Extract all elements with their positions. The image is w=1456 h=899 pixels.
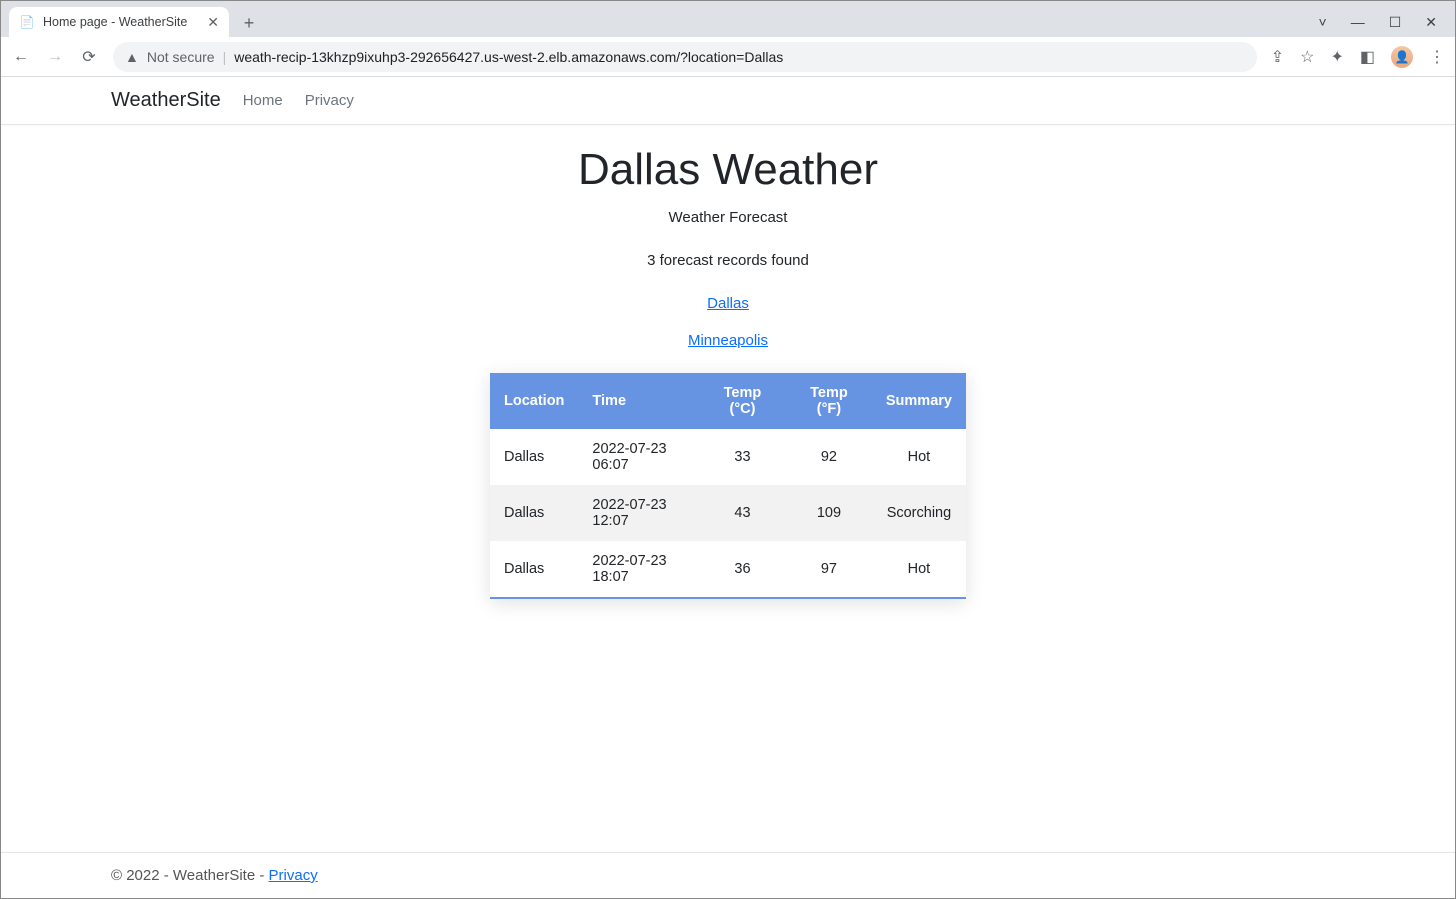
footer: © 2022 - WeatherSite - Privacy [1, 852, 1455, 898]
nav-home[interactable]: Home [243, 92, 283, 109]
records-found: 3 forecast records found [647, 252, 809, 269]
browser-tab[interactable]: 📄 Home page - WeatherSite ✕ [9, 7, 229, 37]
footer-privacy-link[interactable]: Privacy [269, 867, 318, 884]
new-tab-button[interactable]: + [235, 9, 263, 37]
footer-text: © 2022 - WeatherSite - [111, 867, 269, 884]
url-text: weath-recip-13khzp9ixuhp3-292656427.us-w… [234, 49, 1245, 65]
close-icon[interactable]: ✕ [207, 14, 219, 31]
browser-toolbar: ← → ⟳ ▲ Not secure | weath-recip-13khzp9… [1, 37, 1455, 77]
tab-title: Home page - WeatherSite [43, 15, 199, 29]
table-header-row: Location Time Temp (°C) Temp (°F) Summar… [490, 373, 966, 429]
browser-chrome: 📄 Home page - WeatherSite ✕ + ˅ — ☐ ✕ ← … [1, 1, 1455, 77]
forecast-table: Location Time Temp (°C) Temp (°F) Summar… [490, 373, 966, 599]
not-secure-label: Not secure [147, 49, 215, 65]
brand[interactable]: WeatherSite [111, 89, 221, 112]
reload-icon[interactable]: ⟳ [79, 47, 99, 67]
warning-icon: ▲ [125, 49, 139, 65]
side-panel-icon[interactable]: ◧ [1360, 47, 1375, 67]
close-window-icon[interactable]: ✕ [1425, 14, 1437, 31]
maximize-icon[interactable]: ☐ [1389, 14, 1402, 31]
page-subtitle: Weather Forecast [669, 209, 788, 226]
th-temp-f: Temp (°F) [786, 373, 872, 429]
star-icon[interactable]: ☆ [1300, 47, 1314, 67]
tab-strip: 📄 Home page - WeatherSite ✕ + ˅ — ☐ ✕ [1, 1, 1455, 37]
address-bar[interactable]: ▲ Not secure | weath-recip-13khzp9ixuhp3… [113, 42, 1257, 72]
minimize-icon[interactable]: — [1351, 14, 1365, 30]
table-row: Dallas 2022-07-23 18:07 36 97 Hot [490, 541, 966, 597]
favicon-icon: 📄 [19, 14, 35, 30]
location-link-minneapolis[interactable]: Minneapolis [688, 332, 768, 349]
share-icon[interactable]: ⇪ [1271, 47, 1284, 67]
th-summary: Summary [872, 373, 966, 429]
nav-privacy[interactable]: Privacy [305, 92, 354, 109]
menu-icon[interactable]: ⋮ [1429, 47, 1445, 67]
table-row: Dallas 2022-07-23 12:07 43 109 Scorching [490, 485, 966, 541]
page: WeatherSite Home Privacy Dallas Weather … [1, 77, 1455, 898]
page-title: Dallas Weather [578, 145, 878, 195]
content: Dallas Weather Weather Forecast 3 foreca… [1, 125, 1455, 852]
site-header: WeatherSite Home Privacy [1, 77, 1455, 125]
forward-icon[interactable]: → [45, 48, 65, 66]
th-time: Time [578, 373, 699, 429]
extensions-icon[interactable]: ✦ [1330, 47, 1343, 67]
toolbar-right: ⇪ ☆ ✦ ◧ 👤 ⋮ [1271, 46, 1445, 68]
chevron-down-icon[interactable]: ˅ [1319, 14, 1327, 30]
back-icon[interactable]: ← [11, 48, 31, 66]
th-temp-c: Temp (°C) [699, 373, 786, 429]
avatar[interactable]: 👤 [1391, 46, 1413, 68]
window-controls: ˅ — ☐ ✕ [1319, 7, 1455, 37]
location-link-dallas[interactable]: Dallas [707, 295, 749, 312]
th-location: Location [490, 373, 578, 429]
table-row: Dallas 2022-07-23 06:07 33 92 Hot [490, 429, 966, 485]
